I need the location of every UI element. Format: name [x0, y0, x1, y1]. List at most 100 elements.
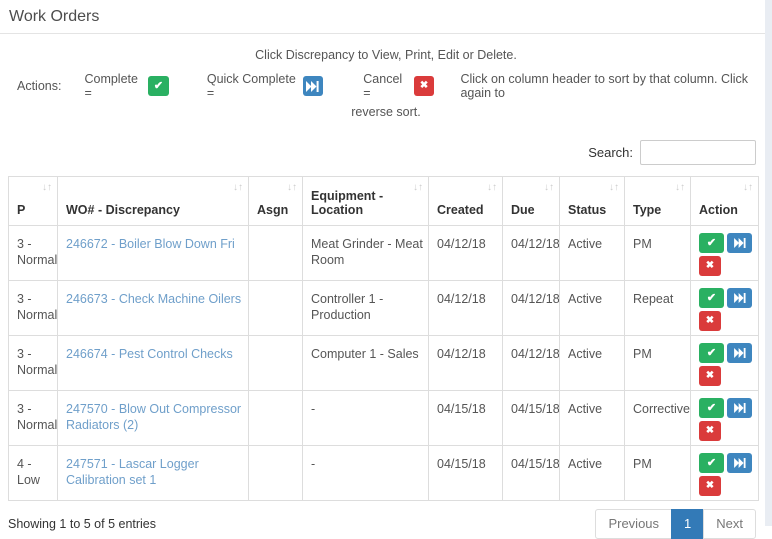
check-icon: ✔	[706, 401, 717, 414]
status-cell: Active	[559, 445, 625, 501]
action-cell: ✔ ✖	[690, 225, 759, 281]
asgn-cell	[248, 445, 303, 501]
column-header-status[interactable]: ↓↑ Status	[559, 176, 625, 226]
pagination-next-button[interactable]: Next	[703, 509, 756, 539]
column-header-p[interactable]: ↓↑ P	[8, 176, 58, 226]
complete-button[interactable]: ✔	[699, 343, 724, 363]
created-cell: 04/12/18	[428, 225, 503, 281]
page-title: Work Orders	[0, 0, 772, 34]
column-header-equipment-location[interactable]: ↓↑ Equipment - Location	[302, 176, 429, 226]
equipment-cell: -	[302, 390, 429, 446]
x-icon: ✖	[705, 315, 715, 326]
legend-quick-complete: Quick Complete =	[206, 72, 324, 100]
equipment-cell: Meat Grinder - Meat Room	[302, 225, 429, 281]
column-header-type[interactable]: ↓↑ Type	[624, 176, 691, 226]
search-bar: Search:	[0, 140, 756, 165]
action-buttons: ✔ ✖	[699, 453, 754, 496]
priority-cell: 3 - Normal	[8, 280, 58, 336]
table-header-row: ↓↑ P ↓↑ WO# - Discrepancy ↓↑ Asgn ↓↑ Equipment …	[8, 176, 759, 226]
search-input[interactable]	[640, 140, 756, 165]
cancel-button[interactable]: ✖	[699, 256, 721, 276]
pagination: Previous 1 Next	[595, 509, 756, 539]
created-cell: 04/12/18	[428, 280, 503, 336]
asgn-cell	[248, 335, 303, 391]
complete-button[interactable]: ✔	[699, 288, 724, 308]
wo-link[interactable]: 246673 - Check Machine Oilers	[66, 292, 241, 306]
x-icon: ✖	[419, 80, 429, 91]
wo-cell: 246673 - Check Machine Oilers	[57, 280, 249, 336]
showing-entries: Showing 1 to 5 of 5 entries	[8, 516, 157, 531]
priority-cell: 3 - Normal	[8, 335, 58, 391]
wo-link[interactable]: 247570 - Blow Out Compressor Radiators (…	[66, 402, 241, 432]
cancel-button[interactable]: ✖	[699, 366, 721, 386]
equipment-cell: -	[302, 445, 429, 501]
wo-link[interactable]: 246674 - Pest Control Checks	[66, 347, 233, 361]
complete-button[interactable]: ✔	[699, 453, 724, 473]
sort-arrows-icon: ↓↑	[609, 182, 619, 193]
wo-link[interactable]: 246672 - Boiler Blow Down Fri	[66, 237, 235, 251]
column-header-created[interactable]: ↓↑ Created	[428, 176, 503, 226]
action-cell: ✔ ✖	[690, 390, 759, 446]
cancel-button[interactable]: ✖	[699, 421, 721, 441]
table-footer: Showing 1 to 5 of 5 entries Previous 1 N…	[8, 509, 756, 539]
sort-arrows-icon: ↓↑	[42, 182, 52, 193]
search-label: Search:	[588, 145, 633, 160]
priority-cell: 4 - Low	[8, 445, 58, 501]
wo-cell: 246672 - Boiler Blow Down Fri	[57, 225, 249, 281]
quick-complete-button[interactable]	[727, 288, 752, 308]
sort-hint-line1: Click on column header to sort by that c…	[460, 72, 749, 100]
check-icon: ✔	[706, 456, 717, 469]
column-header-label: Equipment - Location	[311, 189, 384, 217]
cancel-button[interactable]: ✖	[699, 311, 721, 331]
due-cell: 04/12/18	[502, 335, 560, 391]
created-cell: 04/15/18	[428, 390, 503, 446]
wo-link[interactable]: 247571 - Lascar Logger Calibration set 1	[66, 457, 199, 487]
x-icon: ✖	[705, 260, 715, 271]
complete-legend-button: ✔	[148, 76, 169, 96]
cancel-label: Cancel =	[363, 72, 403, 100]
due-cell: 04/15/18	[502, 390, 560, 446]
fast-forward-icon	[733, 403, 746, 413]
action-cell: ✔ ✖	[690, 335, 759, 391]
complete-button[interactable]: ✔	[699, 233, 724, 253]
column-header-asgn[interactable]: ↓↑ Asgn	[248, 176, 303, 226]
x-icon: ✖	[705, 370, 715, 381]
quick-complete-button[interactable]	[727, 453, 752, 473]
column-header-wo-discrepancy[interactable]: ↓↑ WO# - Discrepancy	[57, 176, 249, 226]
legend-complete: Complete = ✔	[84, 72, 169, 100]
sort-arrows-icon: ↓↑	[544, 182, 554, 193]
fast-forward-icon	[733, 238, 746, 248]
sort-arrows-icon: ↓↑	[287, 182, 297, 193]
due-cell: 04/12/18	[502, 225, 560, 281]
table-row: 3 - Normal 246674 - Pest Control Checks Co…	[8, 335, 759, 391]
column-header-due[interactable]: ↓↑ Due	[502, 176, 560, 226]
complete-label: Complete =	[84, 72, 138, 100]
quick-complete-label: Quick Complete =	[206, 72, 296, 100]
cancel-button[interactable]: ✖	[699, 476, 721, 496]
column-header-label: Action	[699, 203, 738, 217]
x-icon: ✖	[705, 480, 715, 491]
priority-cell: 3 - Normal	[8, 225, 58, 281]
check-icon: ✔	[706, 236, 717, 249]
pagination-previous-button[interactable]: Previous	[595, 509, 673, 539]
asgn-cell	[248, 390, 303, 446]
type-cell: Repeat	[624, 280, 691, 336]
quick-complete-button[interactable]	[727, 398, 752, 418]
pagination-page-1-button[interactable]: 1	[671, 509, 705, 539]
legend-cancel: Cancel = ✖	[363, 72, 435, 100]
table-row: 3 - Normal 246673 - Check Machine Oilers C…	[8, 280, 759, 336]
quick-complete-button[interactable]	[727, 343, 752, 363]
status-cell: Active	[559, 225, 625, 281]
fast-forward-icon	[733, 293, 746, 303]
actions-label: Actions:	[17, 79, 62, 93]
status-cell: Active	[559, 335, 625, 391]
column-header-action[interactable]: ↓↑ Action	[690, 176, 759, 226]
quick-complete-button[interactable]	[727, 233, 752, 253]
column-header-label: Asgn	[257, 203, 289, 217]
column-header-label: P	[17, 203, 26, 217]
sort-arrows-icon: ↓↑	[233, 182, 243, 193]
created-cell: 04/12/18	[428, 335, 503, 391]
priority-cell: 3 - Normal	[8, 390, 58, 446]
complete-button[interactable]: ✔	[699, 398, 724, 418]
x-icon: ✖	[705, 425, 715, 436]
